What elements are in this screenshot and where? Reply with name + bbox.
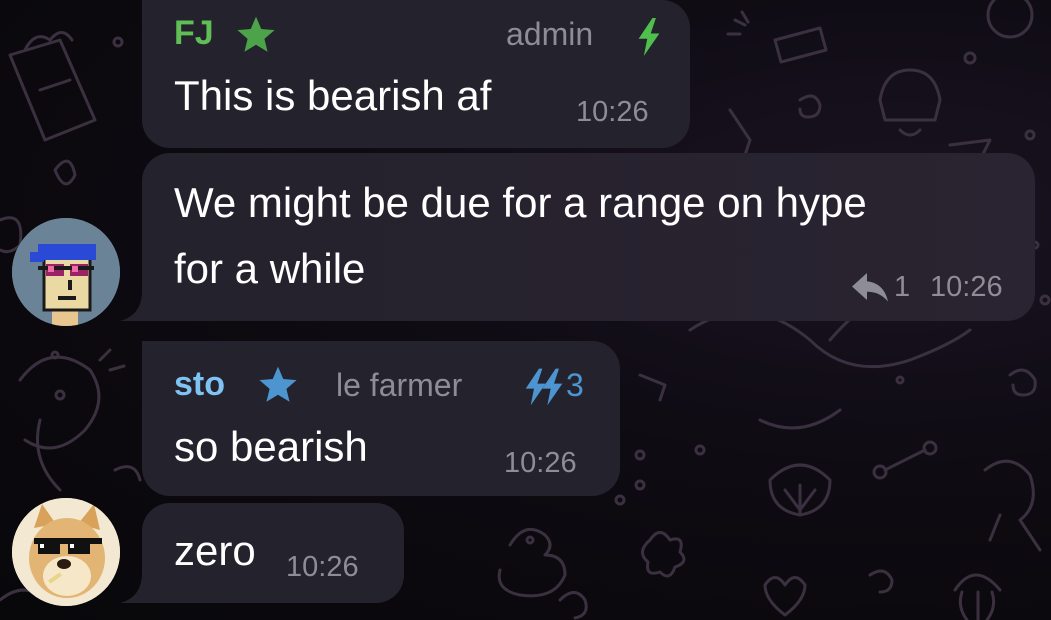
message-time: 10:26 — [930, 271, 1003, 303]
message-text: for a while — [174, 245, 366, 292]
bubble-tail — [120, 573, 150, 603]
reply-arrow-icon[interactable] — [852, 273, 888, 303]
reply-count[interactable]: 1 — [894, 271, 910, 304]
message-text: We might be due for a range on hype — [174, 179, 867, 226]
punk-avatar[interactable] — [12, 218, 120, 326]
doge-avatar[interactable] — [12, 498, 120, 606]
message-bubble[interactable]: We might be due for a range on hype for … — [142, 153, 1035, 321]
message-bubble[interactable]: FJ admin This is bearish af 10:26 — [142, 0, 690, 148]
message-time: 10:26 — [504, 447, 577, 479]
star-icon — [237, 16, 275, 52]
message-bubble[interactable]: sto le farmer 3 so bearish 10:26 — [142, 341, 620, 496]
message-text: This is bearish af — [174, 72, 492, 119]
boost-count: 3 — [566, 367, 584, 403]
lightning-icon — [638, 18, 660, 56]
bubble-tail — [120, 291, 150, 321]
sender-name[interactable]: FJ — [174, 14, 214, 53]
chat-view[interactable]: FJ admin This is bearish af 10:26 We mig… — [0, 0, 1051, 620]
message-text: zero — [174, 527, 256, 574]
double-lightning-icon — [525, 368, 563, 406]
sender-name[interactable]: sto — [174, 365, 225, 404]
message-text: so bearish — [174, 423, 368, 470]
sender-role: le farmer — [336, 367, 463, 403]
message-time: 10:26 — [286, 551, 359, 583]
message-time: 10:26 — [576, 96, 649, 128]
star-icon — [259, 366, 297, 402]
message-bubble[interactable]: zero 10:26 — [142, 503, 404, 603]
sender-role: admin — [506, 16, 594, 52]
